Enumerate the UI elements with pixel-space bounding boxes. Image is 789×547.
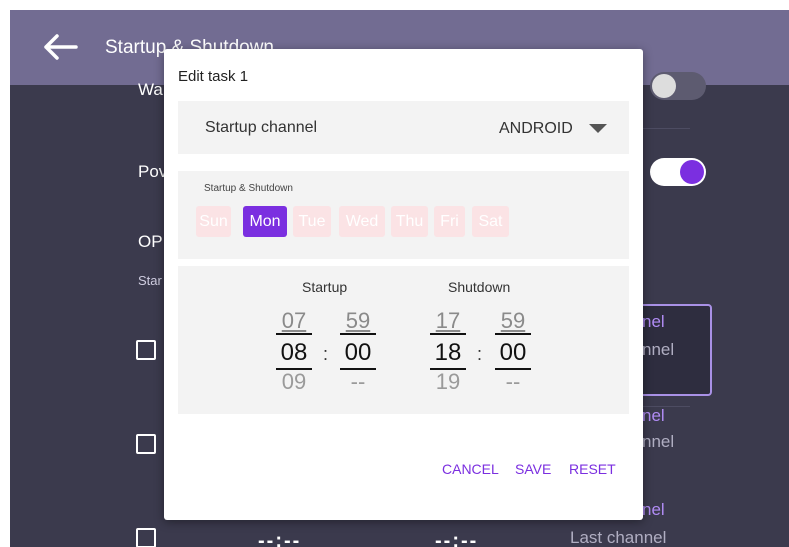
reset-button[interactable]: RESET bbox=[569, 461, 616, 477]
picker-line bbox=[276, 333, 312, 335]
edit-task-dialog: Edit task 1 Startup channel ANDROID Star… bbox=[164, 49, 643, 520]
startup-hour-next[interactable]: 09 bbox=[276, 369, 312, 395]
section-label: OP bbox=[138, 232, 163, 251]
shutdown-hour-picker[interactable]: 18 bbox=[430, 339, 466, 367]
save-button[interactable]: SAVE bbox=[515, 461, 551, 477]
toggle-knob bbox=[680, 160, 704, 184]
picker-line bbox=[430, 333, 466, 335]
shutdown-label: Shutdown bbox=[448, 279, 511, 295]
startup-hour-picker[interactable]: 08 bbox=[276, 339, 312, 367]
toggle-knob bbox=[652, 74, 676, 98]
shutdown-minute-picker[interactable]: 00 bbox=[495, 339, 531, 367]
setting-label-wakeup: Wa bbox=[138, 80, 163, 99]
time-separator: : bbox=[477, 344, 483, 364]
channel-cell-line2: nnel bbox=[642, 432, 675, 451]
back-arrow-icon[interactable] bbox=[42, 32, 82, 62]
task-checkbox-3[interactable] bbox=[136, 528, 156, 547]
channel-cell-line2: Last channel bbox=[570, 528, 667, 547]
startup-channel-value: ANDROID bbox=[499, 120, 573, 137]
shutdown-time-placeholder: --:-- bbox=[435, 530, 479, 547]
time-picker: Startup Shutdown 07 08 09 : 59 00 -- 17 … bbox=[178, 266, 629, 414]
task-checkbox-1[interactable] bbox=[136, 340, 156, 360]
startup-time-placeholder: --:-- bbox=[258, 530, 302, 547]
section-sub-label: Star bbox=[138, 273, 162, 288]
setting-label-power: Pov bbox=[138, 162, 168, 181]
day-chip-mon[interactable]: Mon bbox=[243, 206, 287, 237]
channel-cell-line2: nnel bbox=[642, 340, 675, 359]
startup-minute-prev[interactable]: 59 bbox=[340, 308, 376, 334]
time-separator: : bbox=[323, 344, 329, 364]
channel-cell-line1: nel bbox=[642, 406, 665, 425]
day-chip-thu[interactable]: Thu bbox=[391, 206, 428, 237]
dialog-title: Edit task 1 bbox=[178, 68, 249, 85]
wakeup-toggle[interactable] bbox=[650, 72, 706, 100]
shutdown-minute-next[interactable]: -- bbox=[495, 369, 531, 395]
startup-minute-picker[interactable]: 00 bbox=[340, 339, 376, 367]
day-chip-fri[interactable]: Fri bbox=[434, 206, 465, 237]
day-chip-sat[interactable]: Sat bbox=[472, 206, 509, 237]
day-chip-sun[interactable]: Sun bbox=[196, 206, 231, 237]
picker-line bbox=[495, 333, 531, 335]
day-chip-tue[interactable]: Tue bbox=[293, 206, 331, 237]
task-checkbox-2[interactable] bbox=[136, 434, 156, 454]
shutdown-minute-prev[interactable]: 59 bbox=[495, 308, 531, 334]
day-selector-title: Startup & Shutdown bbox=[204, 183, 293, 194]
shutdown-hour-next[interactable]: 19 bbox=[430, 369, 466, 395]
startup-minute-next[interactable]: -- bbox=[340, 369, 376, 395]
picker-line bbox=[340, 333, 376, 335]
shutdown-hour-prev[interactable]: 17 bbox=[430, 308, 466, 334]
channel-cell-line1: nel bbox=[642, 312, 665, 331]
power-toggle[interactable] bbox=[650, 158, 706, 186]
dropdown-caret-icon bbox=[589, 124, 607, 133]
startup-channel-label: Startup channel bbox=[205, 119, 318, 136]
channel-cell-line1: nel bbox=[642, 500, 665, 519]
startup-label: Startup bbox=[302, 279, 348, 295]
startup-channel-select[interactable]: Startup channel ANDROID bbox=[178, 101, 629, 154]
day-selector: Startup & Shutdown Sun Mon Tue Wed Thu F… bbox=[178, 171, 629, 259]
day-chip-wed[interactable]: Wed bbox=[339, 206, 385, 237]
startup-hour-prev[interactable]: 07 bbox=[276, 308, 312, 334]
cancel-button[interactable]: CANCEL bbox=[442, 461, 499, 477]
